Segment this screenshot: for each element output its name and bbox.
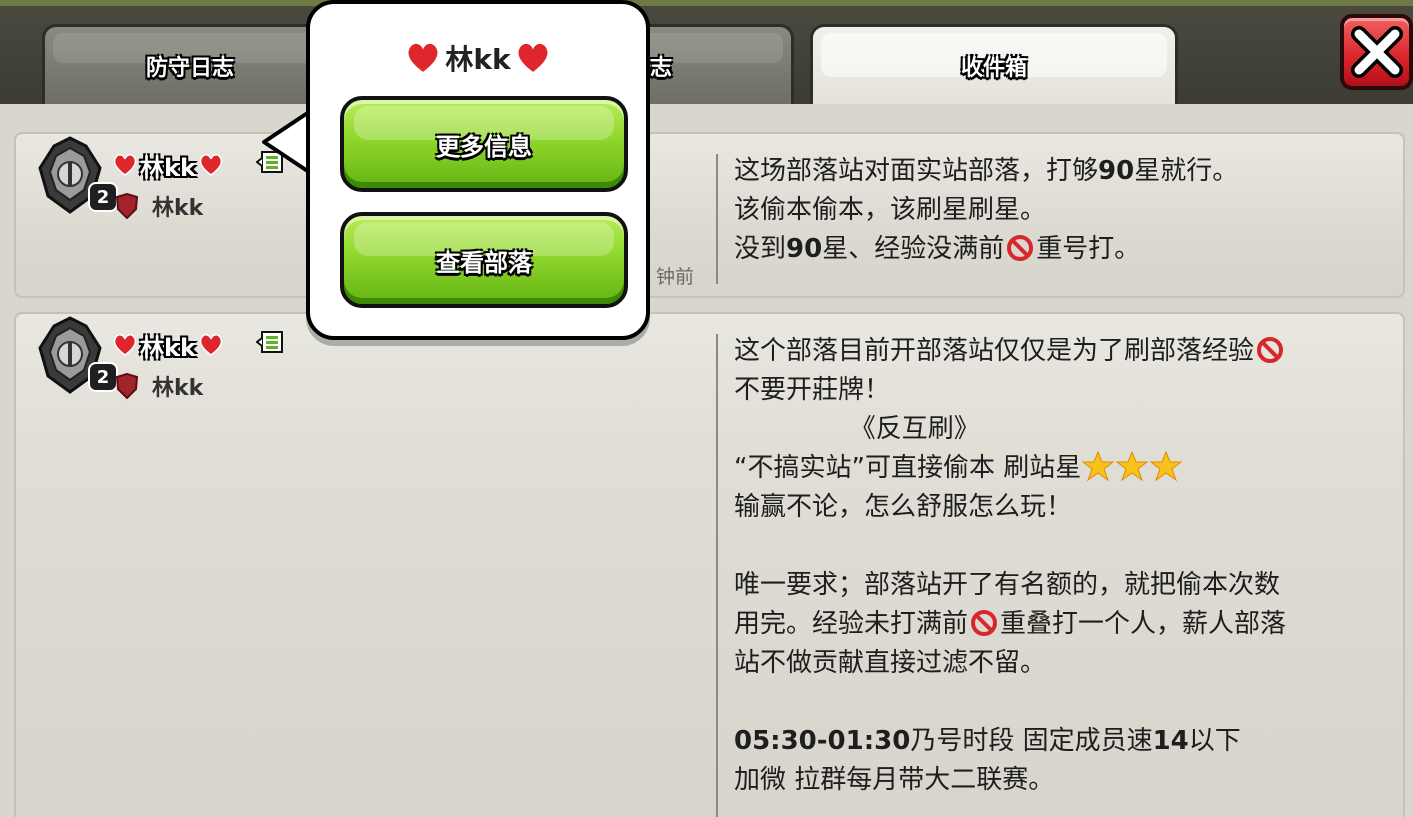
prohibited-icon <box>1257 337 1284 363</box>
star-icon <box>1115 450 1149 482</box>
divider <box>716 154 718 284</box>
popup-name-text: 林kk <box>445 43 511 76</box>
close-button[interactable] <box>1340 14 1413 90</box>
message-line: 该偷本偷本，该刷星刷星。 <box>734 195 1047 225</box>
message-line: 不要开莊牌！ <box>734 375 891 405</box>
tab-inbox-label: 收件箱 <box>960 55 1027 81</box>
message-line: 用完。经验未打满前 重叠打一个人，薪人部落 <box>734 609 1287 639</box>
tab-attack-log-label: 志 <box>649 55 672 81</box>
heart-icon <box>113 334 137 356</box>
league-shield-icon[interactable]: 2 <box>34 134 118 216</box>
heart-icon <box>518 43 548 72</box>
tab-bar: 防守日志 志 收件箱 <box>0 0 1413 104</box>
sender-name-row[interactable]: 林kk <box>112 148 224 182</box>
message-line: 这场部落站对面实站部落，打够90星就行。 <box>734 156 1239 186</box>
top-edge <box>0 0 1413 6</box>
message-text: 这个部落目前开部落站仅仅是为了刷部落经验 不要开莊牌！ 《反互刷》 “不搞实站”… <box>734 332 1384 800</box>
player-popup: 林kk 更多信息 查看部落 <box>306 0 650 340</box>
message-line: 加微 拉群每月带大二联赛。 <box>734 765 1055 795</box>
heart-icon <box>199 334 223 356</box>
message-text: 这场部落站对面实站部落，打够90星就行。 该偷本偷本，该刷星刷星。 没到90星、… <box>734 152 1384 269</box>
clan-row[interactable]: 林kk <box>114 370 203 402</box>
message-line: 这个部落目前开部落站仅仅是为了刷部落经验 <box>734 332 1384 371</box>
view-clan-label: 查看部落 <box>436 248 532 277</box>
divider <box>716 334 718 817</box>
sender-name: 林kk <box>140 333 196 362</box>
heart-icon <box>113 154 137 176</box>
inbox-content: 2 林kk 林kk 钟前 这场部落站对面实站部落，打够90星就行。 该偷本偷本，… <box>0 104 1413 817</box>
popup-player-name: 林kk <box>310 38 646 78</box>
sender-name-row[interactable]: 林kk <box>112 328 224 362</box>
message-line: 站不做贡献直接过滤不留。 <box>734 648 1047 678</box>
message-line: 唯一要求；部落站开了有名额的，就把偷本次数 <box>734 570 1281 600</box>
message-line: 没到90星、经验没满前 重号打。 <box>734 234 1141 264</box>
message-card: 2 林kk 林kk 这个部落目前开部落站仅仅是为了刷部落经验 不要开莊牌！ 《反… <box>14 312 1405 817</box>
message-line: 05:30-01:30乃号时段 固定成员速14以下 <box>734 726 1241 756</box>
tab-defense-log-label: 防守日志 <box>145 55 234 81</box>
sender-name: 林kk <box>140 153 196 182</box>
view-clan-button[interactable]: 查看部落 <box>340 212 628 308</box>
message-line: 《反互刷》 <box>734 414 980 444</box>
league-shield-icon[interactable]: 2 <box>34 314 118 396</box>
timestamp: 钟前 <box>656 266 695 288</box>
clan-row[interactable]: 林kk <box>114 190 203 222</box>
tab-inbox[interactable]: 收件箱 <box>810 24 1178 104</box>
close-icon <box>1350 26 1403 78</box>
prohibited-icon <box>1007 235 1034 261</box>
clan-badge-icon <box>115 193 139 219</box>
prohibited-icon <box>971 610 998 636</box>
message-line: 输赢不论，怎么舒服怎么玩！ <box>734 492 1073 522</box>
clan-name: 林kk <box>152 376 204 401</box>
more-info-button[interactable]: 更多信息 <box>340 96 628 192</box>
more-info-label: 更多信息 <box>436 132 532 161</box>
clan-name: 林kk <box>152 196 204 221</box>
heart-icon <box>199 154 223 176</box>
message-line <box>734 527 1384 566</box>
message-line: “不搞实站”可直接偷本 刷站星 <box>734 449 1384 488</box>
star-icon <box>1081 450 1115 482</box>
message-line <box>734 683 1384 722</box>
star-icon <box>1149 450 1183 482</box>
message-card: 2 林kk 林kk 钟前 这场部落站对面实站部落，打够90星就行。 该偷本偷本，… <box>14 132 1405 298</box>
clan-badge-icon <box>115 373 139 399</box>
heart-icon <box>408 43 438 72</box>
chat-log-icon[interactable] <box>256 328 286 358</box>
